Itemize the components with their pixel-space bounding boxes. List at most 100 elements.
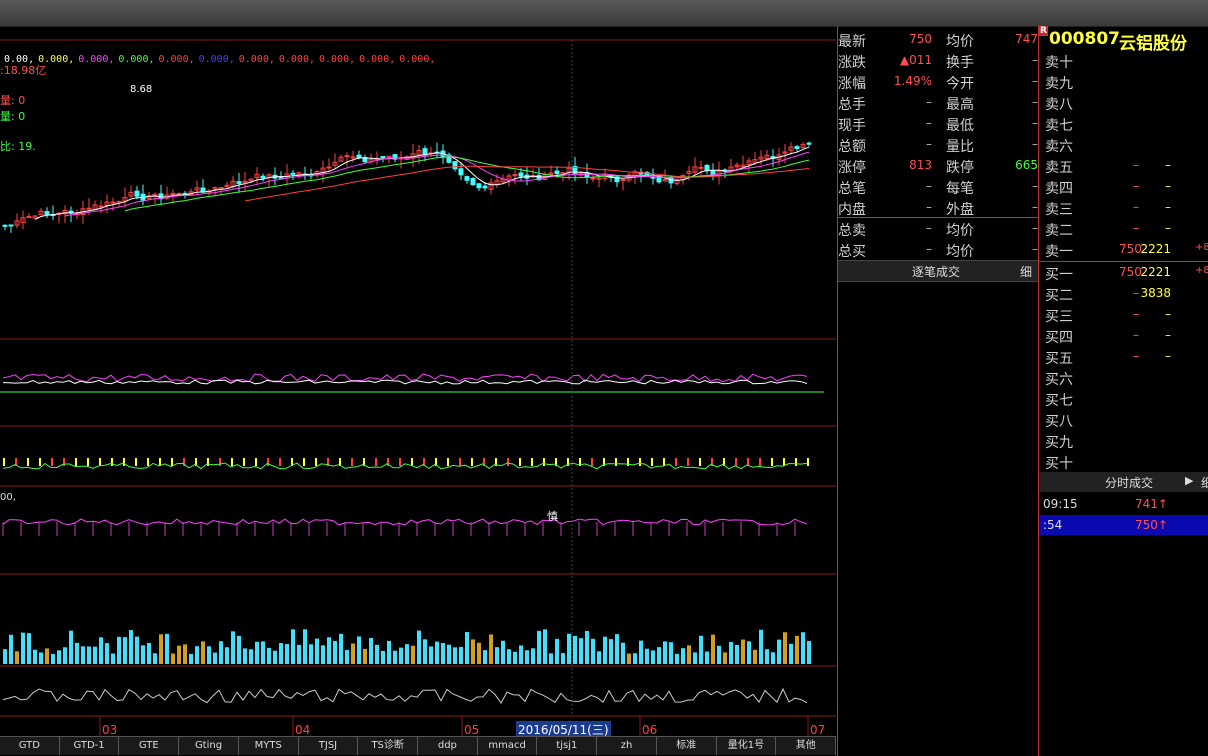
ma-value: 0.000,: [118, 54, 155, 65]
volume-bar: [51, 653, 55, 664]
indicator-tab[interactable]: tjsj1: [537, 737, 598, 755]
bid-row[interactable]: 买八: [1039, 409, 1208, 430]
bid-row[interactable]: 买三 – –: [1039, 304, 1208, 325]
book-price: –: [1133, 179, 1139, 193]
indicator-tab[interactable]: TS诊断: [358, 737, 419, 755]
signal-bar: [699, 458, 701, 466]
book-volume: –: [1165, 349, 1171, 363]
ma-line: [34, 146, 810, 220]
volume-bar: [453, 647, 457, 664]
indicator-tab[interactable]: zh: [597, 737, 657, 755]
ask-row[interactable]: 卖七: [1039, 113, 1208, 134]
quote-row: 最新 750 均价 747: [838, 29, 1038, 50]
ma-value: 0.000,: [399, 54, 436, 65]
indicator-tab[interactable]: TJSJ: [299, 737, 359, 755]
signal-bar: [75, 458, 77, 466]
indicator-tab[interactable]: Gting: [179, 737, 239, 755]
order-book-panel: R 000807 云铝股份 卖十卖九 卖八 卖七卖六 卖五 – – 卖四 – – 卖三 – – 卖二 – –…: [1038, 26, 1208, 756]
ask-row[interactable]: 卖九: [1039, 71, 1208, 92]
signal-bar: [507, 458, 509, 466]
bid-row[interactable]: 买六: [1039, 367, 1208, 388]
book-label: 买十: [1045, 456, 1073, 472]
signal-bar: [267, 458, 269, 466]
signal-bar: [39, 458, 41, 466]
volume-bar: [693, 652, 697, 664]
indicator-line: [2, 518, 808, 526]
book-change: +8: [1195, 265, 1208, 276]
quote-label: 涨跌: [838, 55, 866, 71]
indicator-tab[interactable]: GTD: [0, 737, 60, 755]
ask-row[interactable]: 卖五 – –: [1039, 155, 1208, 176]
volume-bar: [411, 645, 415, 664]
indicator-tab[interactable]: 量化1号: [717, 737, 777, 755]
ask-row[interactable]: 卖六: [1039, 134, 1208, 155]
volume-bar: [651, 650, 655, 664]
volume-bar: [483, 650, 487, 664]
peak-value-label: 8.68: [130, 84, 153, 95]
quote-label: 每笔: [946, 181, 974, 197]
bid-row[interactable]: 买四 – –: [1039, 325, 1208, 346]
signal-bar: [51, 458, 53, 466]
kline-chart-svg[interactable]: 03 04 05 06 07: [0, 26, 836, 736]
bid-row[interactable]: 买十: [1039, 451, 1208, 472]
indicator-tab[interactable]: mmacd: [478, 737, 538, 755]
timeshare-arrow-icon[interactable]: ▶: [1185, 474, 1193, 487]
volume-bar: [759, 629, 763, 664]
book-label: 卖六: [1045, 139, 1073, 155]
bid-row[interactable]: 买二 –3838: [1039, 283, 1208, 304]
left-label-2: 量: 0: [0, 110, 26, 123]
signal-bar: [207, 458, 209, 466]
ask-row[interactable]: 卖八: [1039, 92, 1208, 113]
ask-row[interactable]: 卖三 – –: [1039, 197, 1208, 218]
volume-bar: [489, 634, 493, 664]
indicator-tab[interactable]: 其他: [776, 737, 837, 755]
volume-bar: [795, 635, 799, 664]
kline-chart-area[interactable]: 03 04 05 06 07 0.00, 0.000, 0.000, 0.000, 0.000,…: [0, 26, 836, 738]
volume-bar: [507, 649, 511, 664]
indicator-tab[interactable]: GTD-1: [60, 737, 120, 755]
ma-value: 0.000,: [318, 54, 356, 65]
signal-bar: [735, 458, 737, 466]
signal-bar: [771, 458, 773, 466]
quote-value: –: [926, 95, 932, 109]
trade-price: 741↑: [1135, 497, 1168, 511]
volume-bar: [621, 642, 625, 664]
trade-row[interactable]: :54 750↑: [1039, 515, 1208, 535]
volume-bar: [591, 638, 595, 664]
trade-row[interactable]: 09:15 741↑: [1039, 494, 1208, 514]
candle-body: [590, 177, 596, 180]
quote-label: 现手: [838, 118, 866, 134]
ask-row[interactable]: 卖十: [1039, 50, 1208, 71]
tick-header[interactable]: 逐笔成交 细: [838, 260, 1038, 282]
tick-detail-button[interactable]: 细: [1020, 263, 1032, 280]
trade-price: 750↑: [1135, 518, 1168, 532]
bid-row[interactable]: 买一 750 2221 +8: [1039, 262, 1208, 283]
indicator-tab[interactable]: ddp: [418, 737, 478, 755]
candle-body: [344, 155, 350, 158]
candle-body: [98, 205, 104, 208]
tick-header-label: 逐笔成交: [912, 265, 961, 279]
signal-bar: [351, 458, 353, 466]
indicator-tab[interactable]: MYTS: [239, 737, 299, 755]
stock-title: R 000807 云铝股份: [1039, 26, 1208, 54]
bid-row[interactable]: 买五 – –: [1039, 346, 1208, 367]
indicator-tab[interactable]: GTE: [119, 737, 180, 755]
volume-bar: [219, 641, 223, 664]
signal-bar: [279, 458, 281, 466]
candle-body: [650, 176, 656, 179]
quote-label: 总卖: [838, 223, 866, 239]
volume-bar: [579, 638, 583, 664]
volume-bar: [285, 644, 289, 664]
indicator-tab[interactable]: 标准: [657, 737, 717, 755]
timeshare-extra-button[interactable]: 细: [1201, 474, 1208, 491]
candle-body: [278, 176, 284, 179]
volume-bar: [231, 631, 235, 664]
ask-row[interactable]: 卖四 – –: [1039, 176, 1208, 197]
bid-row[interactable]: 买七: [1039, 388, 1208, 409]
ask-row[interactable]: 卖一 750 2221 +8: [1039, 239, 1208, 260]
volume-bar: [153, 653, 157, 664]
bid-row[interactable]: 买九: [1039, 430, 1208, 451]
timeshare-header[interactable]: 分时成交 ▶ 细: [1039, 472, 1208, 492]
ask-row[interactable]: 卖二 – –: [1039, 218, 1208, 239]
book-label: 卖九: [1045, 76, 1073, 92]
